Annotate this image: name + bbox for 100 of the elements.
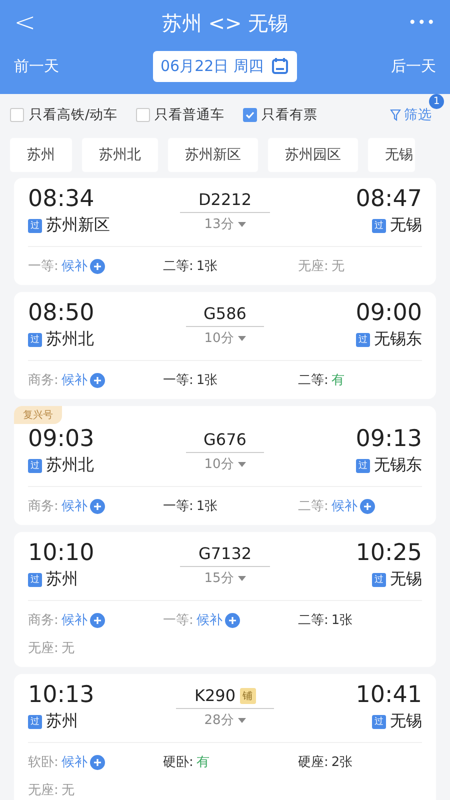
arrival-time: 09:00	[356, 300, 422, 326]
duration-toggle[interactable]: 10分	[204, 329, 246, 347]
departure-time: 08:34	[28, 186, 96, 212]
seat-class: 一等:	[163, 612, 194, 629]
arrival-station: 无锡	[390, 569, 422, 590]
arrival-time: 09:13	[356, 426, 422, 452]
arrival-time: 08:47	[356, 186, 422, 212]
seat-class: 硬座:	[298, 754, 328, 771]
train-card[interactable]: 08:50 过 苏州北 G586 10分 09:00 过 无锡东 商务: 候补 一等: 1张 二等: 有	[14, 292, 436, 399]
seat-availability: 有	[331, 372, 344, 389]
duration-toggle[interactable]: 28分	[204, 711, 246, 729]
train-number: K290 铺	[176, 686, 274, 709]
date-picker[interactable]: 06月22日 周四	[152, 50, 298, 82]
calendar-icon	[271, 57, 290, 75]
caret-icon	[238, 336, 246, 340]
seat-availability: 1张	[331, 612, 353, 629]
seat-class: 二等:	[298, 372, 328, 389]
seat-class: 无座:	[28, 782, 58, 799]
station-chip[interactable]: 苏州园区	[268, 138, 358, 172]
seat-class: 二等:	[163, 258, 194, 275]
train-number: G676	[186, 430, 264, 453]
seat-class: 硬卧:	[163, 754, 194, 771]
pass-badge: 过	[372, 218, 386, 232]
seat-availability: 候补	[61, 498, 88, 515]
seat-class: 无座:	[298, 258, 328, 275]
add-icon[interactable]	[90, 612, 106, 628]
seat-availability: 1张	[196, 372, 218, 389]
train-type-tag: 复兴号	[14, 406, 62, 424]
checkbox[interactable]	[10, 108, 24, 122]
seat-availability: 无	[61, 782, 74, 799]
add-icon[interactable]	[360, 498, 376, 514]
next-day-link[interactable]: 后一天	[390, 56, 436, 76]
filter-label: 只看普通车	[154, 106, 225, 124]
seat-availability: 无	[331, 258, 344, 275]
filter-icon	[390, 109, 401, 121]
pass-badge: 过	[28, 572, 42, 586]
count-badge: 1	[429, 94, 444, 109]
arrival-time: 10:25	[356, 540, 422, 566]
route-title: 苏州 <> 无锡	[162, 10, 288, 36]
berth-badge: 铺	[240, 688, 256, 704]
departure-time: 10:13	[28, 682, 96, 708]
station-chip[interactable]: 苏州	[10, 138, 72, 172]
seat-class: 商务:	[28, 612, 58, 629]
seat-availability: 候补	[61, 258, 88, 275]
departure-time: 10:10	[28, 540, 96, 566]
seat-class: 二等:	[298, 498, 328, 515]
seat-class: 软卧:	[28, 754, 58, 771]
duration-toggle[interactable]: 10分	[204, 455, 246, 473]
pass-badge: 过	[28, 458, 42, 472]
train-number: G7132	[180, 544, 270, 567]
pass-badge: 过	[28, 714, 42, 728]
train-card[interactable]: 08:34 过 苏州新区 D2212 13分 08:47 过 无锡 一等: 候补 二等: 1张 无座: 无	[14, 178, 436, 285]
train-number: D2212	[180, 190, 270, 213]
train-card[interactable]: 10:13 过 苏州 K290 铺 28分 10:41 过 无锡 软卧: 候补 硬卧: 有 硬座: 2张 无座: 无	[14, 674, 436, 800]
check-icon	[244, 110, 255, 120]
seat-availability: 有	[196, 754, 210, 771]
pass-badge: 过	[356, 332, 370, 346]
caret-icon	[238, 718, 246, 722]
arrival-station: 无锡	[390, 711, 422, 732]
arrival-station: 无锡东	[374, 329, 422, 350]
add-icon[interactable]	[90, 754, 106, 770]
seat-class: 二等:	[298, 612, 328, 629]
seat-availability: 候补	[61, 612, 88, 629]
caret-icon	[238, 576, 246, 580]
departure-station: 苏州	[46, 569, 78, 590]
station-chip[interactable]: 无锡	[368, 138, 415, 172]
filter-label: 只看有票	[262, 106, 318, 124]
duration-toggle[interactable]: 15分	[204, 569, 246, 587]
pass-badge: 过	[356, 458, 370, 472]
departure-station: 苏州	[46, 711, 78, 732]
pass-badge: 过	[28, 218, 42, 232]
station-chip[interactable]: 苏州北	[82, 138, 158, 172]
more-button[interactable]: •••	[396, 15, 436, 31]
add-icon[interactable]	[90, 372, 106, 388]
train-card[interactable]: 复兴号 09:03 过 苏州北 G676 10分 09:13 过 无锡东 商务: 候补 一等: 1张 二等: 候补	[14, 406, 436, 525]
seat-availability: 候补	[61, 372, 88, 389]
add-icon[interactable]	[90, 498, 106, 514]
departure-station: 苏州新区	[46, 215, 110, 236]
pass-badge: 过	[372, 572, 386, 586]
filter-button[interactable]: 筛选	[390, 106, 432, 124]
previous-day-link[interactable]: 前一天	[14, 56, 59, 76]
add-icon[interactable]	[225, 612, 240, 628]
seat-availability: 候补	[331, 498, 358, 515]
arrival-time: 10:41	[356, 682, 422, 708]
departure-time: 09:03	[28, 426, 96, 452]
seat-availability: 1张	[196, 498, 218, 515]
arrival-station: 无锡	[390, 215, 422, 236]
station-chip[interactable]: 苏州新区	[168, 138, 258, 172]
add-icon[interactable]	[90, 258, 106, 274]
seat-availability: 无	[61, 640, 74, 657]
seat-class: 商务:	[28, 498, 58, 515]
seat-availability: 候补	[61, 754, 88, 771]
seat-class: 一等:	[163, 498, 194, 515]
checkbox[interactable]	[136, 108, 150, 122]
train-card[interactable]: 10:10 过 苏州 G7132 15分 10:25 过 无锡 商务: 候补 一等: 候补 二等: 1张 无座: 无	[14, 532, 436, 667]
duration-toggle[interactable]: 13分	[204, 215, 246, 233]
arrival-station: 无锡东	[374, 455, 422, 476]
checkbox[interactable]	[242, 108, 257, 122]
back-button[interactable]: <	[14, 8, 54, 38]
caret-icon	[238, 222, 246, 226]
